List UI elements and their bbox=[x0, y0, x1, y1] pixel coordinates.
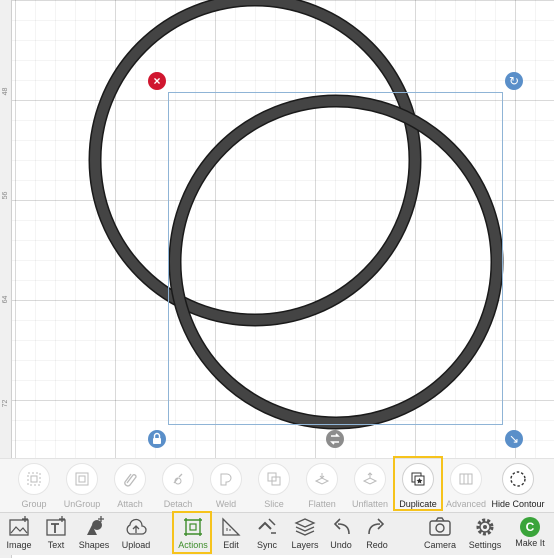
lock-handle[interactable] bbox=[148, 430, 166, 448]
camera-label: Camera bbox=[423, 540, 456, 550]
undo-label: Undo bbox=[330, 540, 352, 550]
gear-icon bbox=[476, 518, 494, 536]
shapes-icon bbox=[87, 516, 104, 535]
redo-label: Redo bbox=[366, 540, 388, 550]
shapes-button[interactable]: Shapes bbox=[78, 515, 110, 550]
sync-label: Sync bbox=[256, 540, 277, 550]
resize-handle[interactable]: ↘ bbox=[505, 430, 523, 448]
camera-button[interactable]: Camera bbox=[423, 515, 457, 550]
detach-label: Detach bbox=[163, 499, 193, 509]
layers-icon bbox=[294, 518, 316, 536]
advanced-icon bbox=[450, 463, 482, 495]
contour-icon bbox=[502, 463, 534, 495]
close-icon: × bbox=[153, 74, 161, 88]
edit-button[interactable]: Edit bbox=[218, 515, 244, 550]
layers-button[interactable]: Layers bbox=[290, 515, 320, 550]
flatten-button[interactable]: Flatten bbox=[296, 463, 348, 509]
make-it-button[interactable]: C Make It bbox=[512, 515, 548, 548]
ungroup-button[interactable]: UnGroup bbox=[56, 463, 108, 509]
delete-handle[interactable]: × bbox=[148, 72, 166, 90]
attach-button[interactable]: Attach bbox=[104, 463, 156, 509]
upload-button[interactable]: Upload bbox=[118, 515, 154, 550]
image-icon bbox=[9, 516, 29, 536]
weld-button[interactable]: Weld bbox=[200, 463, 252, 509]
settings-label: Settings bbox=[468, 540, 502, 550]
resize-icon: ↘ bbox=[508, 432, 520, 446]
edit-icon bbox=[222, 517, 241, 536]
flatten-icon bbox=[306, 463, 338, 495]
actions-highlight bbox=[172, 511, 212, 554]
flip-handle[interactable] bbox=[326, 430, 344, 448]
actions-bar: Group UnGroup Attach Detach Weld Slice F… bbox=[0, 456, 554, 513]
image-label: Image bbox=[6, 540, 32, 550]
group-icon bbox=[18, 463, 50, 495]
sync-button[interactable]: Sync bbox=[253, 515, 281, 550]
layers-label: Layers bbox=[291, 540, 319, 550]
hide-contour-label: Hide Contour bbox=[491, 499, 545, 509]
weld-label: Weld bbox=[215, 499, 237, 509]
ungroup-label: UnGroup bbox=[63, 499, 101, 509]
settings-button[interactable]: Settings bbox=[467, 515, 503, 550]
shapes-label: Shapes bbox=[78, 540, 110, 550]
design-canvas[interactable]: × ↻ ↘ bbox=[0, 0, 554, 458]
make-it-icon: C bbox=[520, 517, 540, 537]
camera-icon bbox=[429, 517, 451, 536]
flip-icon bbox=[330, 433, 340, 445]
slice-label: Slice bbox=[264, 499, 284, 509]
group-label: Group bbox=[21, 499, 47, 509]
ruler-label: 64 bbox=[2, 295, 9, 304]
lock-icon bbox=[153, 432, 161, 444]
advanced-button[interactable]: Advanced bbox=[440, 463, 492, 509]
unflatten-label: Unflatten bbox=[351, 499, 389, 509]
undo-icon bbox=[333, 518, 350, 535]
rotate-icon: ↻ bbox=[508, 74, 520, 88]
attach-label: Attach bbox=[117, 499, 143, 509]
text-button[interactable]: Text bbox=[42, 515, 70, 550]
paperclip-icon bbox=[114, 463, 146, 495]
text-icon bbox=[46, 516, 66, 536]
slice-button[interactable]: Slice bbox=[248, 463, 300, 509]
detach-button[interactable]: Detach bbox=[152, 463, 204, 509]
redo-icon bbox=[368, 518, 385, 535]
ruler-label: 72 bbox=[2, 399, 9, 408]
group-button[interactable]: Group bbox=[8, 463, 60, 509]
weld-icon bbox=[210, 463, 242, 495]
unflatten-icon bbox=[354, 463, 386, 495]
slice-icon bbox=[258, 463, 290, 495]
detach-icon bbox=[162, 463, 194, 495]
ungroup-icon bbox=[66, 463, 98, 495]
sync-icon bbox=[258, 518, 276, 534]
redo-button[interactable]: Redo bbox=[364, 515, 390, 550]
upload-label: Upload bbox=[121, 540, 151, 550]
selection-box[interactable] bbox=[168, 92, 503, 425]
hide-contour-button[interactable]: Hide Contour bbox=[490, 463, 546, 509]
make-it-label: Make It bbox=[515, 538, 545, 548]
edit-label: Edit bbox=[223, 540, 239, 550]
ruler-label: 48 bbox=[2, 87, 9, 96]
duplicate-highlight bbox=[393, 456, 443, 511]
text-label: Text bbox=[47, 540, 65, 550]
advanced-label: Advanced bbox=[445, 499, 487, 509]
rotate-handle[interactable]: ↻ bbox=[505, 72, 523, 90]
bottom-toolbar: Image Text Shapes Upload Actions Edit Sy… bbox=[0, 511, 554, 555]
flatten-label: Flatten bbox=[308, 499, 336, 509]
undo-button[interactable]: Undo bbox=[328, 515, 354, 550]
ruler-label: 56 bbox=[2, 191, 9, 200]
image-button[interactable]: Image bbox=[4, 515, 34, 550]
unflatten-button[interactable]: Unflatten bbox=[344, 463, 396, 509]
upload-icon bbox=[126, 518, 147, 535]
